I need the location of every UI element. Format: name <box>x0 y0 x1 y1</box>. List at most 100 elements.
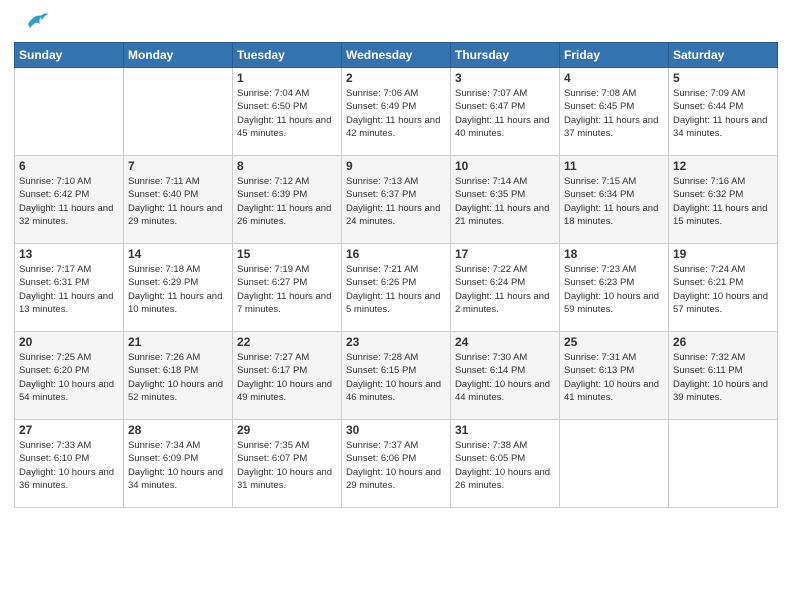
calendar-cell: 17Sunrise: 7:22 AM Sunset: 6:24 PM Dayli… <box>451 244 560 332</box>
day-number: 12 <box>673 159 773 173</box>
day-info: Sunrise: 7:06 AM Sunset: 6:49 PM Dayligh… <box>346 87 446 140</box>
calendar-cell: 24 Sunrise: 7:30 AM Sunset: 6:14 PM Dayli… <box>451 332 560 420</box>
day-info: Sunrise: 7:07 AM Sunset: 6:47 PM Dayligh… <box>455 87 555 140</box>
calendar-cell: 12Sunrise: 7:16 AM Sunset: 6:32 PM Dayli… <box>669 156 778 244</box>
calendar-cell: 19 Sunrise: 7:24 AM Sunset: 6:21 PM Dayli… <box>669 244 778 332</box>
day-number: 30 <box>346 423 446 437</box>
calendar-cell: 8 Sunrise: 7:12 AM Sunset: 6:39 PM Daylig… <box>233 156 342 244</box>
day-info: Sunrise: 7:17 AM Sunset: 6:31 PM Dayligh… <box>19 263 119 316</box>
day-number: 28 <box>128 423 228 437</box>
day-number: 22 <box>237 335 337 349</box>
day-info: Sunrise: 7:26 AM Sunset: 6:18 PM Dayligh… <box>128 351 228 404</box>
calendar-cell: 25 Sunrise: 7:31 AM Sunset: 6:13 PM Dayli… <box>560 332 669 420</box>
day-number: 21 <box>128 335 228 349</box>
calendar-cell <box>124 68 233 156</box>
day-info: Sunrise: 7:33 AM Sunset: 6:10 PM Dayligh… <box>19 439 119 492</box>
day-number: 15 <box>237 247 337 261</box>
col-header-monday: Monday <box>124 43 233 68</box>
calendar-cell: 21 Sunrise: 7:26 AM Sunset: 6:18 PM Dayli… <box>124 332 233 420</box>
day-info: Sunrise: 7:31 AM Sunset: 6:13 PM Dayligh… <box>564 351 664 404</box>
calendar-cell: 7 Sunrise: 7:11 AM Sunset: 6:40 PM Daylig… <box>124 156 233 244</box>
day-number: 3 <box>455 71 555 85</box>
day-info: Sunrise: 7:08 AM Sunset: 6:45 PM Dayligh… <box>564 87 664 140</box>
day-number: 17 <box>455 247 555 261</box>
day-info: Sunrise: 7:04 AM Sunset: 6:50 PM Dayligh… <box>237 87 337 140</box>
calendar-cell: 15 Sunrise: 7:19 AM Sunset: 6:27 PM Dayli… <box>233 244 342 332</box>
day-number: 2 <box>346 71 446 85</box>
calendar-cell: 5Sunrise: 7:09 AM Sunset: 6:44 PM Daylig… <box>669 68 778 156</box>
day-number: 26 <box>673 335 773 349</box>
day-number: 14 <box>128 247 228 261</box>
col-header-tuesday: Tuesday <box>233 43 342 68</box>
calendar-cell: 6Sunrise: 7:10 AM Sunset: 6:42 PM Daylig… <box>15 156 124 244</box>
day-number: 10 <box>455 159 555 173</box>
day-number: 25 <box>564 335 664 349</box>
calendar-cell: 9Sunrise: 7:13 AM Sunset: 6:37 PM Daylig… <box>342 156 451 244</box>
calendar: SundayMondayTuesdayWednesdayThursdayFrid… <box>14 42 778 508</box>
calendar-week-row: 20 Sunrise: 7:25 AM Sunset: 6:20 PM Dayli… <box>15 332 778 420</box>
day-info: Sunrise: 7:19 AM Sunset: 6:27 PM Dayligh… <box>237 263 337 316</box>
calendar-cell: 20 Sunrise: 7:25 AM Sunset: 6:20 PM Dayli… <box>15 332 124 420</box>
day-number: 29 <box>237 423 337 437</box>
day-info: Sunrise: 7:27 AM Sunset: 6:17 PM Dayligh… <box>237 351 337 404</box>
calendar-cell: 29 Sunrise: 7:35 AM Sunset: 6:07 PM Dayli… <box>233 420 342 508</box>
day-info: Sunrise: 7:13 AM Sunset: 6:37 PM Dayligh… <box>346 175 446 228</box>
calendar-cell: 3 Sunrise: 7:07 AM Sunset: 6:47 PM Daylig… <box>451 68 560 156</box>
calendar-cell: 31Sunrise: 7:38 AM Sunset: 6:05 PM Dayli… <box>451 420 560 508</box>
day-number: 23 <box>346 335 446 349</box>
day-number: 24 <box>455 335 555 349</box>
day-number: 7 <box>128 159 228 173</box>
calendar-week-row: 13Sunrise: 7:17 AM Sunset: 6:31 PM Dayli… <box>15 244 778 332</box>
calendar-week-row: 6Sunrise: 7:10 AM Sunset: 6:42 PM Daylig… <box>15 156 778 244</box>
day-number: 6 <box>19 159 119 173</box>
day-number: 18 <box>564 247 664 261</box>
calendar-cell: 11 Sunrise: 7:15 AM Sunset: 6:34 PM Dayli… <box>560 156 669 244</box>
day-info: Sunrise: 7:21 AM Sunset: 6:26 PM Dayligh… <box>346 263 446 316</box>
day-info: Sunrise: 7:34 AM Sunset: 6:09 PM Dayligh… <box>128 439 228 492</box>
col-header-thursday: Thursday <box>451 43 560 68</box>
day-number: 5 <box>673 71 773 85</box>
calendar-cell: 2 Sunrise: 7:06 AM Sunset: 6:49 PM Daylig… <box>342 68 451 156</box>
calendar-cell: 23 Sunrise: 7:28 AM Sunset: 6:15 PM Dayli… <box>342 332 451 420</box>
day-info: Sunrise: 7:15 AM Sunset: 6:34 PM Dayligh… <box>564 175 664 228</box>
calendar-cell <box>15 68 124 156</box>
day-info: Sunrise: 7:25 AM Sunset: 6:20 PM Dayligh… <box>19 351 119 404</box>
page: SundayMondayTuesdayWednesdayThursdayFrid… <box>0 0 792 612</box>
calendar-cell: 27 Sunrise: 7:33 AM Sunset: 6:10 PM Dayli… <box>15 420 124 508</box>
col-header-sunday: Sunday <box>15 43 124 68</box>
day-info: Sunrise: 7:35 AM Sunset: 6:07 PM Dayligh… <box>237 439 337 492</box>
calendar-cell: 30 Sunrise: 7:37 AM Sunset: 6:06 PM Dayli… <box>342 420 451 508</box>
calendar-cell: 26 Sunrise: 7:32 AM Sunset: 6:11 PM Dayli… <box>669 332 778 420</box>
calendar-cell: 28 Sunrise: 7:34 AM Sunset: 6:09 PM Dayli… <box>124 420 233 508</box>
day-number: 31 <box>455 423 555 437</box>
calendar-header-row: SundayMondayTuesdayWednesdayThursdayFrid… <box>15 43 778 68</box>
calendar-cell: 14 Sunrise: 7:18 AM Sunset: 6:29 PM Dayli… <box>124 244 233 332</box>
calendar-cell <box>560 420 669 508</box>
day-number: 19 <box>673 247 773 261</box>
logo-bird-icon <box>20 6 50 36</box>
logo <box>14 10 50 36</box>
day-info: Sunrise: 7:37 AM Sunset: 6:06 PM Dayligh… <box>346 439 446 492</box>
day-info: Sunrise: 7:11 AM Sunset: 6:40 PM Dayligh… <box>128 175 228 228</box>
day-number: 8 <box>237 159 337 173</box>
calendar-cell: 4 Sunrise: 7:08 AM Sunset: 6:45 PM Daylig… <box>560 68 669 156</box>
col-header-friday: Friday <box>560 43 669 68</box>
calendar-week-row: 27 Sunrise: 7:33 AM Sunset: 6:10 PM Dayli… <box>15 420 778 508</box>
day-info: Sunrise: 7:14 AM Sunset: 6:35 PM Dayligh… <box>455 175 555 228</box>
day-info: Sunrise: 7:23 AM Sunset: 6:23 PM Dayligh… <box>564 263 664 316</box>
day-number: 16 <box>346 247 446 261</box>
day-info: Sunrise: 7:12 AM Sunset: 6:39 PM Dayligh… <box>237 175 337 228</box>
header <box>14 10 778 36</box>
day-number: 20 <box>19 335 119 349</box>
day-info: Sunrise: 7:30 AM Sunset: 6:14 PM Dayligh… <box>455 351 555 404</box>
day-info: Sunrise: 7:28 AM Sunset: 6:15 PM Dayligh… <box>346 351 446 404</box>
col-header-saturday: Saturday <box>669 43 778 68</box>
day-number: 11 <box>564 159 664 173</box>
day-info: Sunrise: 7:18 AM Sunset: 6:29 PM Dayligh… <box>128 263 228 316</box>
col-header-wednesday: Wednesday <box>342 43 451 68</box>
day-info: Sunrise: 7:24 AM Sunset: 6:21 PM Dayligh… <box>673 263 773 316</box>
day-info: Sunrise: 7:32 AM Sunset: 6:11 PM Dayligh… <box>673 351 773 404</box>
day-number: 27 <box>19 423 119 437</box>
calendar-cell: 18 Sunrise: 7:23 AM Sunset: 6:23 PM Dayli… <box>560 244 669 332</box>
day-number: 4 <box>564 71 664 85</box>
